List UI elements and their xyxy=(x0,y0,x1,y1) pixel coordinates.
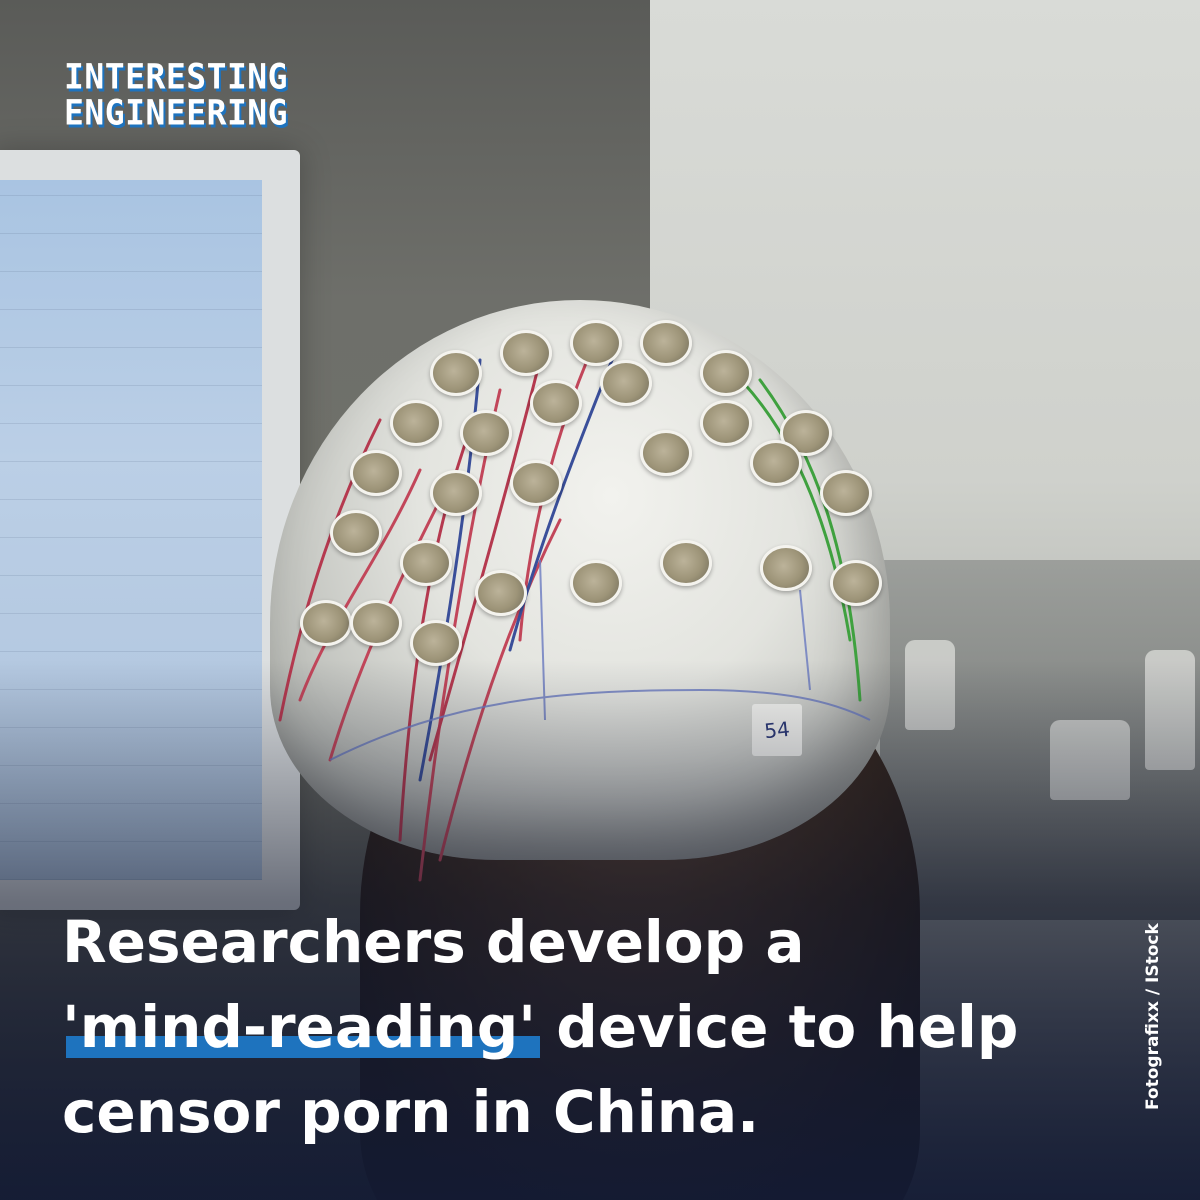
photo-credit: Fotografixx / IStock xyxy=(1143,923,1163,1110)
brand-logo: INTERESTING ENGINEERING xyxy=(64,55,304,133)
logo-line-1: INTERESTING xyxy=(64,55,289,97)
logo-line-2: ENGINEERING xyxy=(64,91,289,133)
headline: Researchers develop a 'mind-reading' dev… xyxy=(62,900,1062,1155)
headline-line-2: 'mind-reading' device to help xyxy=(62,985,1062,1070)
photo-post: 54 INTERESTING ENGINEERING Researchers d… xyxy=(0,0,1200,1200)
headline-line-2-rest: device to help xyxy=(536,993,1019,1061)
highlight-text: 'mind-reading' xyxy=(62,993,536,1061)
headline-line-1: Researchers develop a xyxy=(62,908,805,976)
headline-highlight: 'mind-reading' xyxy=(62,985,540,1070)
headline-line-3: censor porn in China. xyxy=(62,1078,760,1146)
